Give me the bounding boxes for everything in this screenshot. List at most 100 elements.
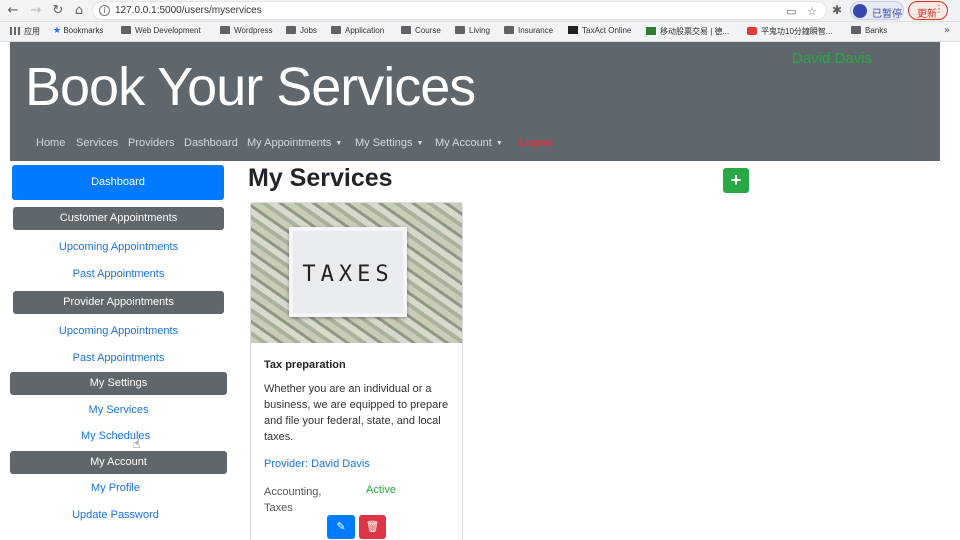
service-card: TAXES Tax preparation Whether you are an…: [250, 202, 463, 540]
bookmark-label: TaxAct Online: [582, 26, 632, 35]
youtube-icon: [747, 27, 757, 35]
bookmark-banks[interactable]: Banks: [851, 26, 887, 35]
folder-icon: [455, 26, 465, 34]
page-title: My Services: [248, 164, 393, 192]
bookmark-label: Course: [415, 26, 441, 35]
sidebar-provider-appointments[interactable]: Provider Appointments: [13, 291, 224, 314]
sidebar-customer-past[interactable]: Past Appointments: [13, 268, 224, 280]
sidebar-my-settings[interactable]: My Settings: [10, 372, 227, 395]
nav-my-appointments[interactable]: My Appointments ▼: [247, 137, 342, 149]
nav-services[interactable]: Services: [76, 137, 118, 149]
nav-label: My Settings: [355, 137, 413, 149]
star-icon: ★: [53, 26, 62, 36]
nav-logout[interactable]: Logout: [519, 137, 553, 149]
more-bookmarks-icon[interactable]: »: [944, 25, 950, 36]
profile-label: 已暂停: [872, 9, 902, 20]
lightbox-sign: TAXES: [289, 227, 407, 317]
bookmark-label: Application: [345, 26, 385, 35]
bookmark-taxact[interactable]: TaxAct Online: [568, 26, 631, 35]
td-icon: [646, 27, 656, 35]
sidebar-customer-upcoming[interactable]: Upcoming Appointments: [13, 241, 224, 253]
star-icon[interactable]: ☆: [807, 5, 817, 18]
sidebar-my-schedules[interactable]: My Schedules: [10, 430, 221, 442]
nav-dashboard[interactable]: Dashboard: [184, 137, 238, 149]
bookmark-label: Banks: [865, 26, 888, 35]
sidebar-my-account[interactable]: My Account: [10, 451, 227, 474]
hand-cursor-icon: ☝: [133, 437, 141, 451]
bookmark-jobs[interactable]: Jobs: [286, 26, 317, 35]
folder-icon: [401, 26, 411, 34]
bookmark-web-development[interactable]: Web Development: [121, 26, 201, 35]
address-bar[interactable]: i 127.0.0.1:5000/users/myservices ▭ ☆: [92, 1, 827, 20]
nav-label: My Appointments: [247, 137, 332, 149]
bookmark-apps[interactable]: 应用: [10, 26, 40, 37]
bookmark-insurance[interactable]: Insurance: [504, 26, 553, 35]
menu-dots-icon: ⋮: [934, 4, 944, 15]
update-button[interactable]: 更新 ⋮: [908, 1, 948, 20]
bookmark-label: Web Development: [135, 26, 201, 35]
sidebar-my-profile[interactable]: My Profile: [10, 482, 221, 494]
folder-icon: [286, 26, 296, 34]
sidebar-dashboard-button[interactable]: Dashboard: [12, 165, 224, 200]
back-icon[interactable]: ←: [4, 2, 22, 20]
status-badge: Active: [366, 484, 396, 496]
bookmark-course[interactable]: Course: [401, 26, 441, 35]
bookmark-label: Wordpress: [234, 26, 273, 35]
trash-icon: 🗑: [365, 520, 380, 533]
folder-icon: [220, 26, 230, 34]
service-description: Whether you are an individual or a busin…: [264, 383, 449, 443]
sidebar-my-services[interactable]: My Services: [13, 404, 224, 416]
folder-icon: [121, 26, 131, 34]
delete-service-button[interactable]: 🗑: [359, 515, 386, 539]
url-text: 127.0.0.1:5000/users/myservices: [115, 5, 262, 16]
bookmark-application[interactable]: Application: [331, 26, 384, 35]
avatar: [853, 4, 867, 18]
cast-icon[interactable]: ▭: [786, 5, 796, 18]
apps-icon: [10, 27, 20, 35]
bookmark-living[interactable]: Living: [455, 26, 490, 35]
folder-icon: [851, 26, 861, 34]
bookmarks-bar: 应用 ★ Bookmarks Web Development Wordpress…: [0, 22, 960, 42]
bookmark-label: Jobs: [300, 26, 317, 35]
bookmark-label: Living: [469, 26, 490, 35]
service-category: Accounting, Taxes: [264, 486, 322, 514]
bookmark-label: 移动股票交易 | 德...: [660, 27, 730, 36]
nav-home[interactable]: Home: [36, 137, 65, 149]
caret-down-icon: ▼: [495, 140, 503, 147]
user-name[interactable]: David Davis: [792, 50, 872, 67]
nav-my-settings[interactable]: My Settings ▼: [355, 137, 423, 149]
reload-icon[interactable]: ↻: [49, 2, 67, 20]
caret-down-icon: ▼: [416, 140, 424, 147]
bookmark-bookmarks[interactable]: ★ Bookmarks: [53, 26, 103, 36]
sidebar-provider-past[interactable]: Past Appointments: [13, 352, 224, 364]
service-title: Tax preparation: [264, 359, 346, 371]
info-icon[interactable]: i: [99, 5, 110, 16]
home-icon[interactable]: ⌂: [70, 2, 88, 20]
sidebar-provider-upcoming[interactable]: Upcoming Appointments: [13, 325, 224, 337]
edit-service-button[interactable]: ✎: [327, 515, 355, 539]
extensions-icon[interactable]: ✱: [832, 3, 842, 17]
nav-label: My Account: [435, 137, 492, 149]
edit-icon: ✎: [336, 520, 346, 533]
folder-icon: [331, 26, 341, 34]
nav-my-account[interactable]: My Account ▼: [435, 137, 503, 149]
sidebar-customer-appointments[interactable]: Customer Appointments: [13, 207, 224, 230]
bookmark-label: 平鬼功10分鐘瞬智...: [761, 27, 833, 36]
nav-providers[interactable]: Providers: [128, 137, 174, 149]
forward-icon[interactable]: →: [27, 2, 45, 20]
bookmark-td[interactable]: 移动股票交易 | 德...: [646, 26, 729, 37]
taxact-icon: [568, 26, 578, 34]
site-title: Book Your Services: [25, 57, 476, 117]
bookmark-label: Bookmarks: [63, 26, 104, 35]
bookmark-label: Insurance: [518, 26, 554, 35]
site-header: Book Your Services David Davis Home Serv…: [10, 42, 940, 161]
caret-down-icon: ▼: [335, 140, 343, 147]
service-provider-link[interactable]: Provider: David Davis: [264, 458, 370, 470]
service-image: TAXES: [251, 203, 462, 343]
bookmark-wordpress[interactable]: Wordpress: [220, 26, 273, 35]
add-service-button[interactable]: +: [723, 168, 749, 193]
sidebar-update-password[interactable]: Update Password: [10, 509, 221, 521]
lightbox-text: TAXES: [302, 262, 394, 287]
bookmark-youtube[interactable]: 平鬼功10分鐘瞬智...: [747, 26, 833, 37]
profile-button[interactable]: 已暂停: [850, 1, 904, 20]
